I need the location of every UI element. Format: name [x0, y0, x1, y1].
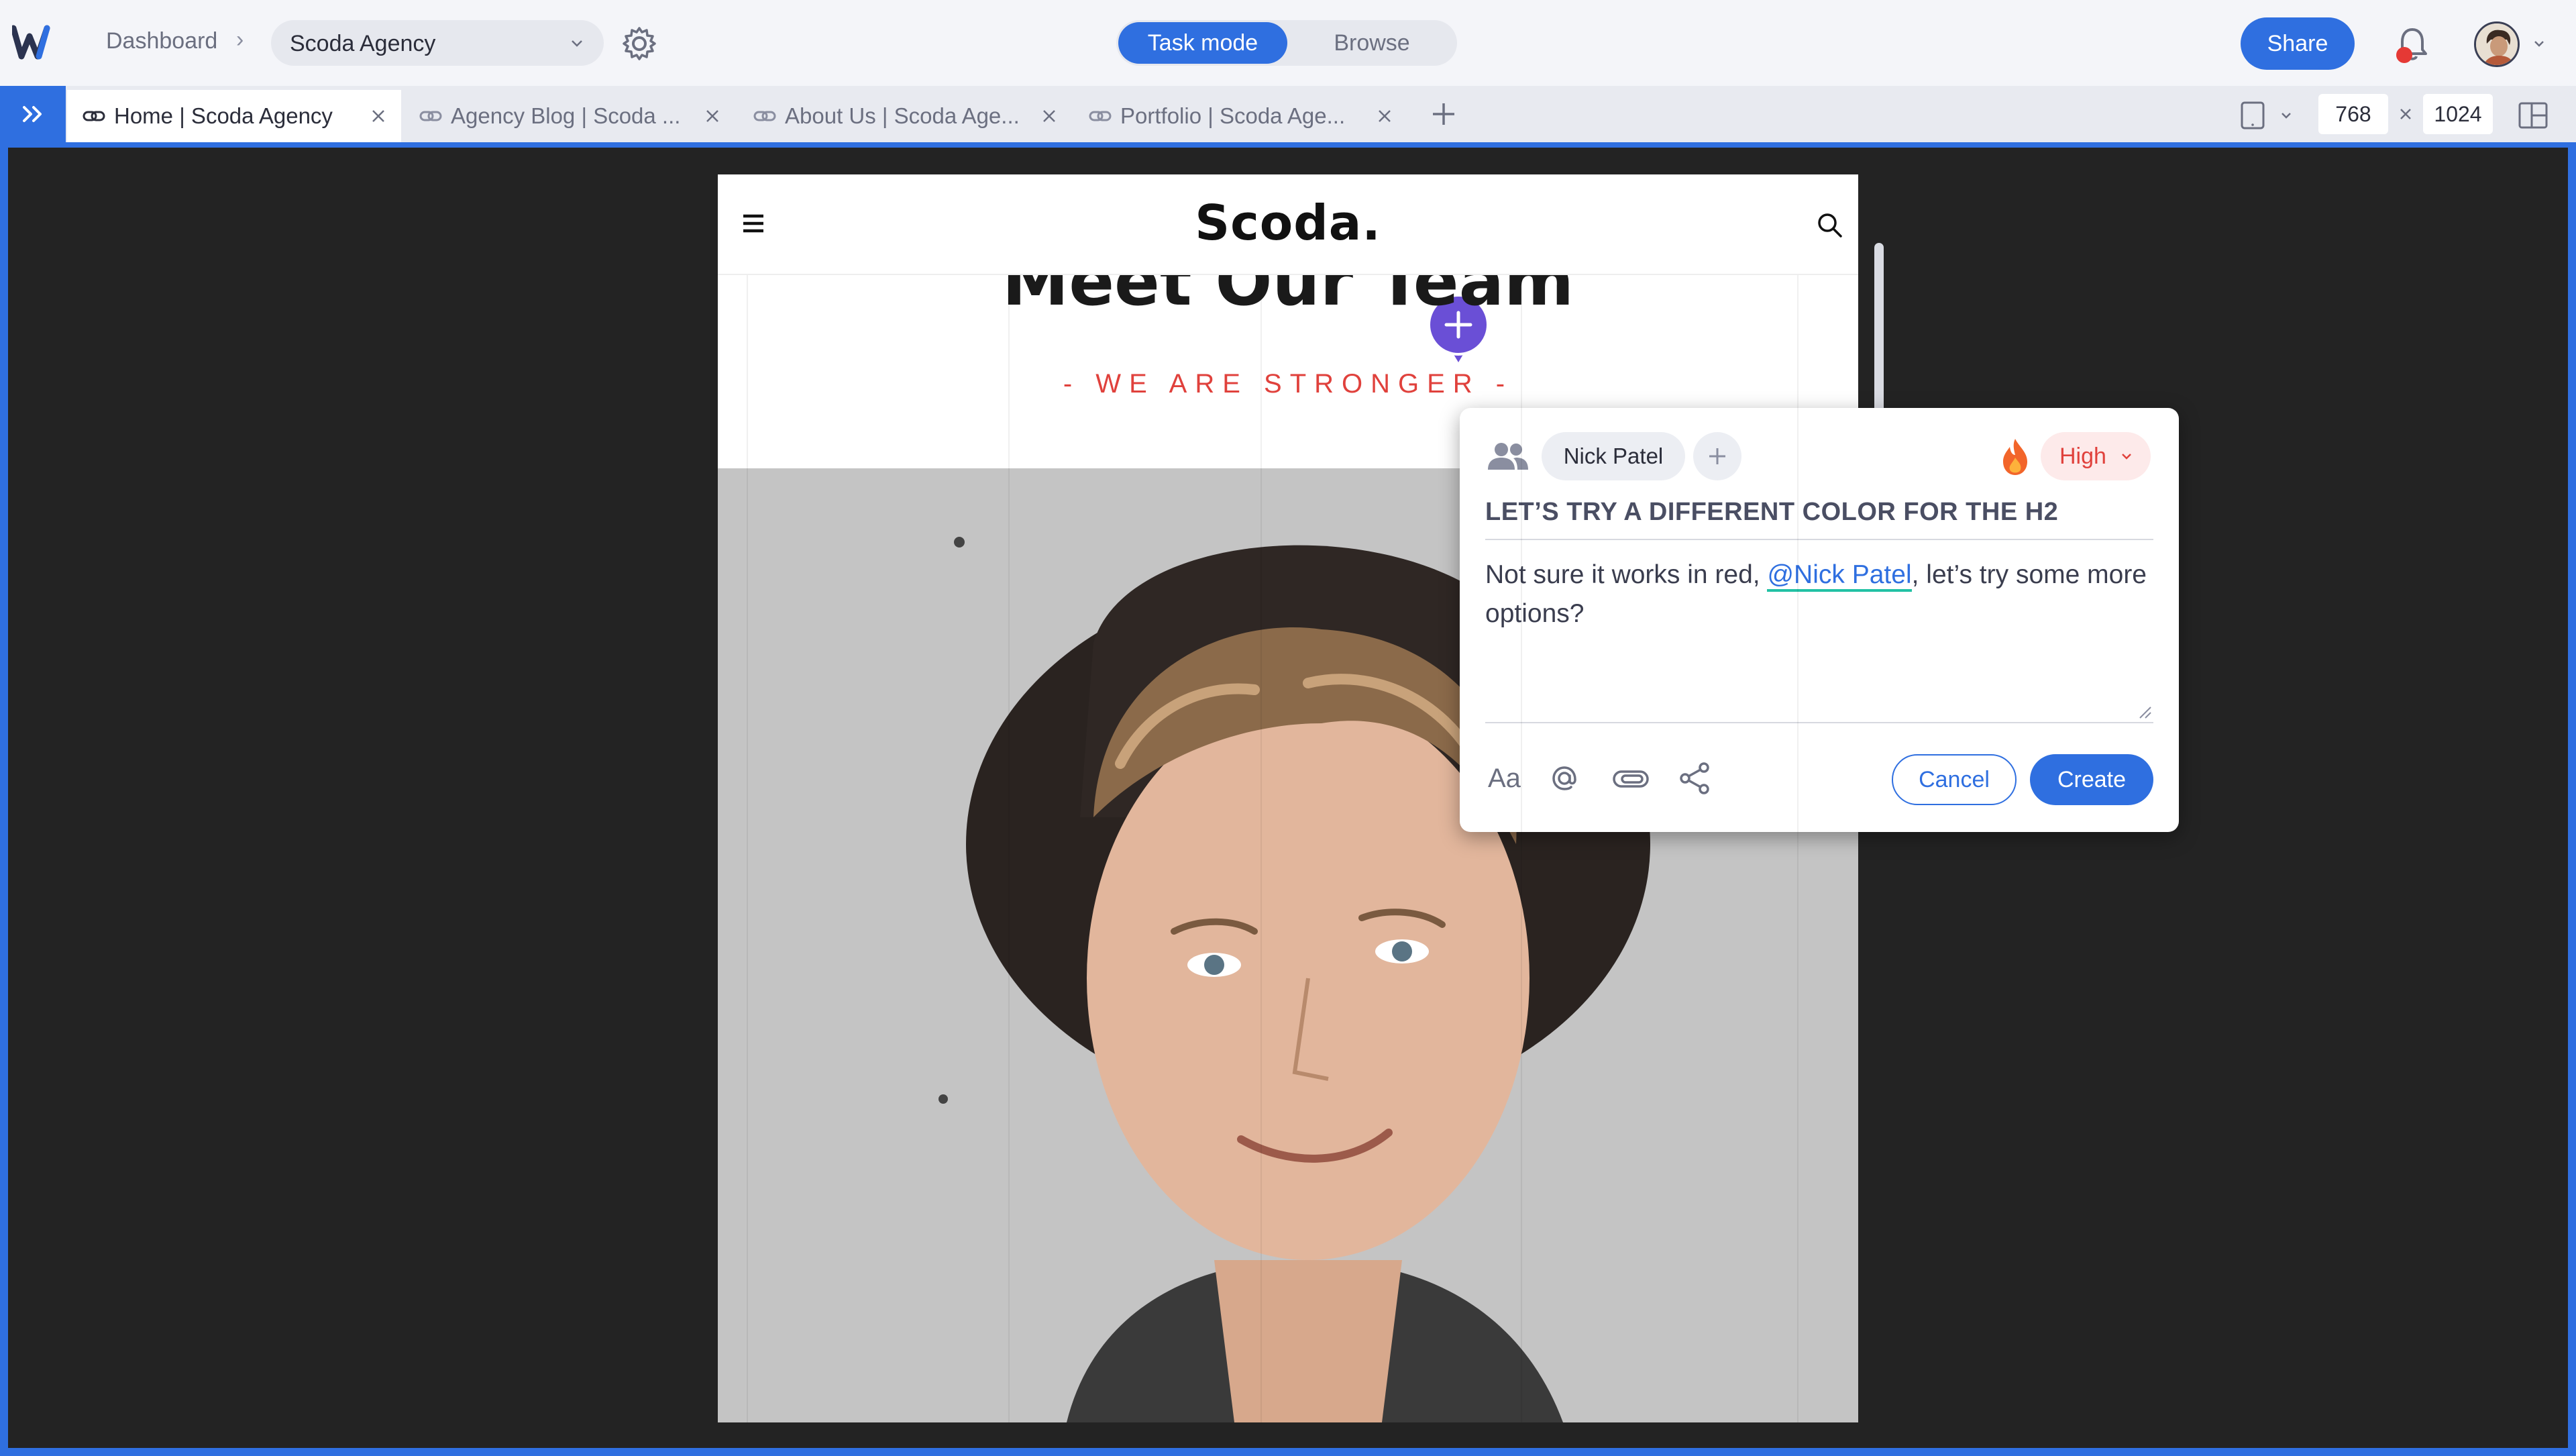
create-button[interactable]: Create	[2030, 754, 2153, 805]
at-icon[interactable]	[1548, 760, 1580, 797]
hero-subtitle: - WE ARE STRONGER -	[1063, 369, 1513, 399]
close-icon	[2400, 109, 2411, 119]
tab-label: Home | Scoda Agency	[114, 103, 333, 128]
gear-icon[interactable]	[620, 24, 659, 63]
link-icon	[1089, 111, 1112, 121]
plus-icon	[1709, 448, 1725, 464]
expand-sidebar-button[interactable]	[0, 86, 66, 142]
close-icon[interactable]	[1377, 108, 1393, 124]
breadcrumb-dashboard[interactable]: Dashboard	[106, 28, 217, 54]
canvas-scrollbar[interactable]	[1874, 243, 1884, 417]
chevron-down-icon	[2122, 454, 2131, 460]
webflow-logo-icon[interactable]	[12, 23, 60, 62]
add-assignee-button[interactable]	[1693, 432, 1741, 480]
resize-handle-icon[interactable]	[2133, 700, 2153, 721]
browse-mode-button[interactable]: Browse	[1288, 22, 1456, 64]
viewport-height-input[interactable]: 1024	[2423, 94, 2493, 134]
fire-icon	[2003, 439, 2027, 475]
chevron-down-icon[interactable]	[2532, 36, 2546, 51]
share-button[interactable]: Share	[2241, 17, 2355, 70]
priority-value: High	[2059, 444, 2106, 469]
mention-link[interactable]: @Nick Patel	[1767, 560, 1912, 592]
priority-select[interactable]: High	[2041, 432, 2151, 480]
add-tab-plus-icon[interactable]	[1429, 99, 1458, 129]
chevron-down-icon	[572, 40, 582, 47]
tab-label: About Us | Scoda Age...	[785, 103, 1020, 128]
task-title-input[interactable]: LET’S TRY A DIFFERENT COLOR FOR THE H2	[1485, 498, 2153, 540]
new-task-popover: Nick Patel High LET’S TRY A DIFFERENT CO…	[1460, 408, 2179, 832]
assignee-chip[interactable]: Nick Patel	[1542, 432, 1685, 480]
share-icon[interactable]	[1677, 760, 1712, 797]
close-icon[interactable]	[704, 108, 720, 124]
paperclip-icon[interactable]	[1611, 760, 1650, 797]
link-icon	[419, 111, 442, 121]
text-format-button[interactable]: Aa	[1488, 760, 1528, 797]
project-select[interactable]: Scoda Agency	[271, 20, 604, 66]
link-icon	[83, 111, 105, 121]
panel-layout-icon[interactable]	[2517, 99, 2549, 132]
cancel-button[interactable]: Cancel	[1892, 754, 2017, 805]
people-icon	[1488, 443, 1528, 470]
task-mode-button[interactable]: Task mode	[1118, 22, 1287, 64]
tab-home[interactable]: Home | Scoda Agency	[67, 90, 401, 142]
tab-agency-blog[interactable]: Agency Blog | Scoda ...	[404, 90, 733, 142]
close-icon[interactable]	[1041, 108, 1057, 124]
search-icon[interactable]	[1815, 211, 1843, 239]
double-chevron-right-icon	[23, 106, 42, 122]
task-description-textarea[interactable]: Not sure it works in red, @Nick Patel, l…	[1485, 556, 2153, 723]
tab-portfolio[interactable]: Portfolio | Scoda Age...	[1073, 90, 1402, 142]
top-bar: Dashboard › Scoda Agency Task mode Brows…	[0, 0, 2576, 86]
link-icon	[753, 111, 776, 121]
notification-dot	[2396, 47, 2412, 63]
viewport-width-input[interactable]: 768	[2318, 94, 2388, 134]
chevron-down-icon[interactable]	[2279, 109, 2293, 122]
tab-label: Portfolio | Scoda Age...	[1120, 103, 1346, 128]
site-logo[interactable]: Scoda.	[718, 195, 1858, 251]
tab-about-us[interactable]: About Us | Scoda Age...	[738, 90, 1067, 142]
tablet-icon[interactable]	[2239, 101, 2266, 130]
breadcrumb-separator-icon: ›	[236, 27, 244, 52]
site-header: Scoda.	[718, 174, 1858, 275]
avatar[interactable]	[2474, 21, 2520, 67]
description-text: Not sure it works in red,	[1485, 560, 1768, 589]
tab-bar: Home | Scoda Agency Agency Blog | Scoda …	[0, 86, 2576, 142]
mode-toggle: Task mode Browse	[1116, 20, 1457, 66]
close-icon[interactable]	[370, 108, 386, 124]
project-select-value: Scoda Agency	[290, 31, 436, 56]
user-avatar-icon	[2476, 23, 2518, 65]
tab-label: Agency Blog | Scoda ...	[451, 103, 681, 128]
